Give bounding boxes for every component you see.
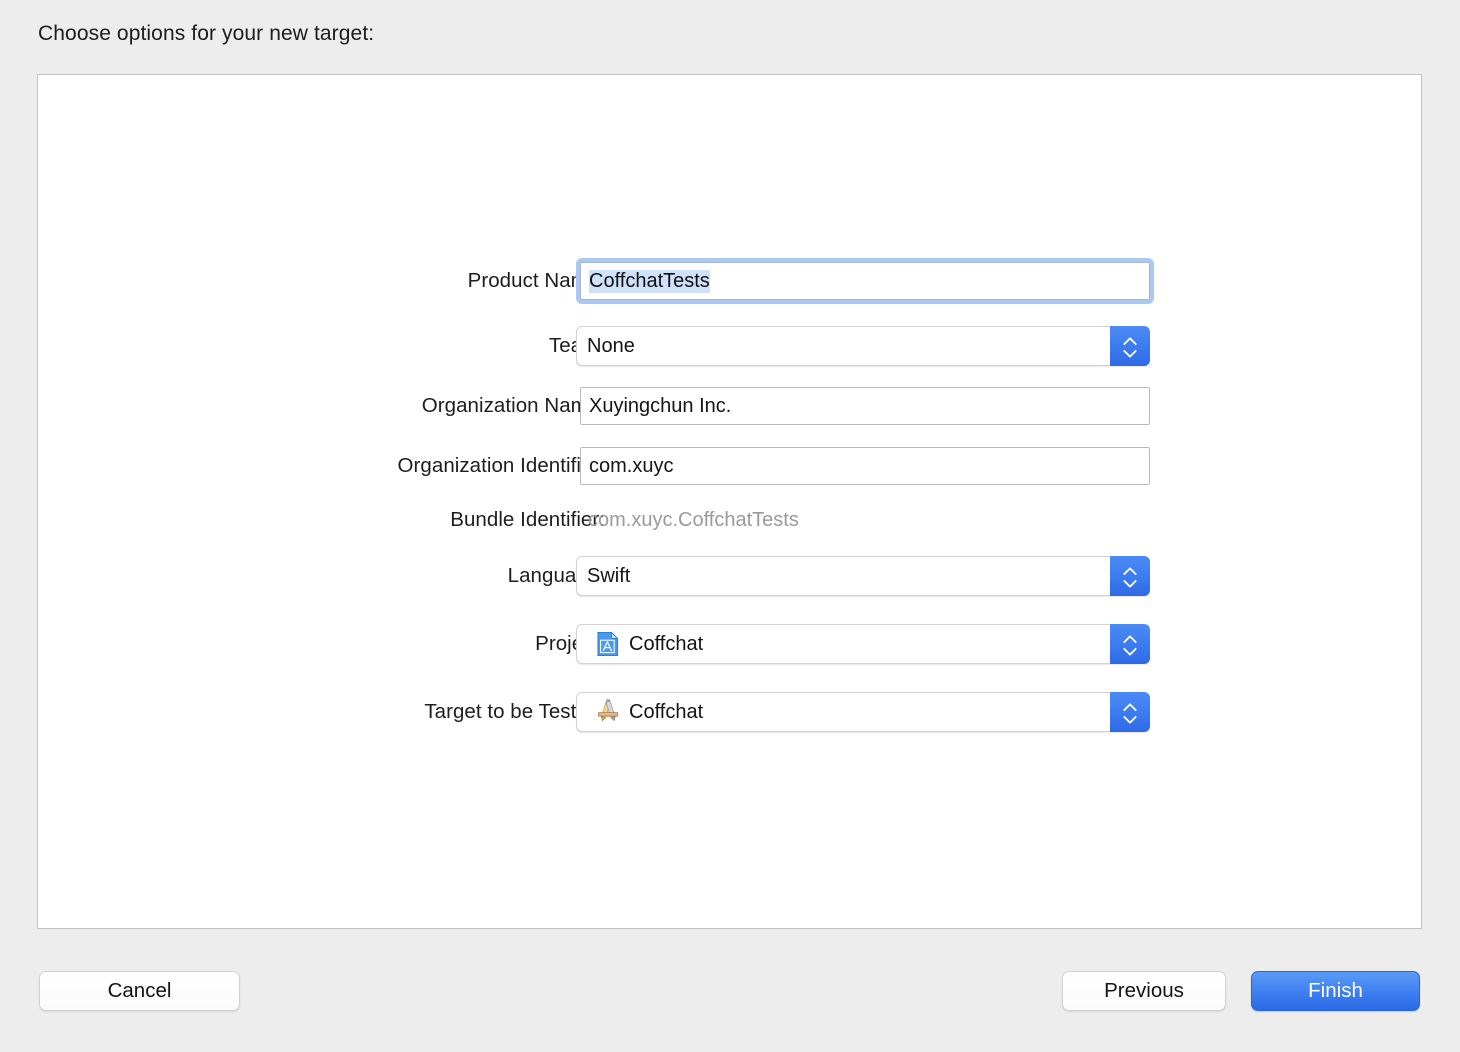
chevron-down-icon <box>1124 714 1137 721</box>
language-control: Swift <box>576 556 1150 596</box>
project-stepper[interactable] <box>1110 624 1150 664</box>
language-select[interactable]: Swift <box>576 556 1150 596</box>
cancel-button[interactable]: Cancel <box>39 971 240 1011</box>
organization-identifier-control: com.xuyc <box>580 447 1150 485</box>
organization-identifier-label: Organization Identifier: <box>397 454 605 477</box>
form-row-team: Team: None <box>38 324 1421 368</box>
language-value: Swift <box>587 565 631 587</box>
target-to-be-tested-select[interactable]: Coffchat <box>576 692 1150 732</box>
bundle-identifier-value: com.xuyc.CoffchatTests <box>588 508 799 531</box>
chevron-down-icon <box>1124 646 1137 653</box>
options-content-panel: Product Name: CoffchatTests Team: None <box>37 74 1422 929</box>
organization-name-input[interactable]: Xuyingchun Inc. <box>580 387 1150 425</box>
form-row-organization-name: Organization Name: Xuyingchun Inc. <box>38 384 1421 428</box>
form-row-organization-identifier: Organization Identifier: com.xuyc <box>38 444 1421 488</box>
form-row-language: Language: Swift <box>38 554 1421 598</box>
organization-name-label: Organization Name: <box>421 394 605 417</box>
target-to-be-tested-value: Coffchat <box>629 701 704 723</box>
form-row-project: Project: Coffchat <box>38 622 1421 666</box>
target-to-be-tested-control: Coffchat <box>576 692 1150 732</box>
project-value: Coffchat <box>629 633 704 655</box>
page-title: Choose options for your new target: <box>38 22 375 45</box>
product-name-input[interactable]: CoffchatTests <box>580 262 1150 300</box>
form-row-product-name: Product Name: CoffchatTests <box>38 258 1421 304</box>
chevron-down-icon <box>1124 348 1137 355</box>
product-name-value: CoffchatTests <box>589 269 710 293</box>
product-name-focus-ring: CoffchatTests <box>576 258 1154 304</box>
organization-identifier-input[interactable]: com.xuyc <box>580 447 1150 485</box>
finish-button[interactable]: Finish <box>1251 971 1420 1011</box>
organization-identifier-value: com.xuyc <box>589 455 674 477</box>
form-row-bundle-identifier: Bundle Identifier: com.xuyc.CoffchatTest… <box>38 498 1421 542</box>
project-select[interactable]: Coffchat <box>576 624 1150 664</box>
target-to-be-tested-stepper[interactable] <box>1110 692 1150 732</box>
team-control: None <box>576 326 1150 366</box>
organization-name-value: Xuyingchun Inc. <box>589 395 732 417</box>
new-target-options-dialog: Choose options for your new target: Prod… <box>0 0 1460 1052</box>
xcode-app-target-icon <box>598 699 619 722</box>
previous-button[interactable]: Previous <box>1062 971 1226 1011</box>
language-stepper[interactable] <box>1110 556 1150 596</box>
team-select[interactable]: None <box>576 326 1150 366</box>
organization-name-control: Xuyingchun Inc. <box>580 387 1150 425</box>
bundle-identifier-control: com.xuyc.CoffchatTests <box>580 509 799 532</box>
xcode-project-document-icon <box>597 631 619 657</box>
team-value: None <box>587 335 635 357</box>
team-stepper[interactable] <box>1110 326 1150 366</box>
form-row-target-to-be-tested: Target to be Tested: Coffchat <box>38 690 1421 734</box>
project-control: Coffchat <box>576 624 1150 664</box>
product-name-control: CoffchatTests <box>576 258 1154 304</box>
chevron-down-icon <box>1124 578 1137 585</box>
